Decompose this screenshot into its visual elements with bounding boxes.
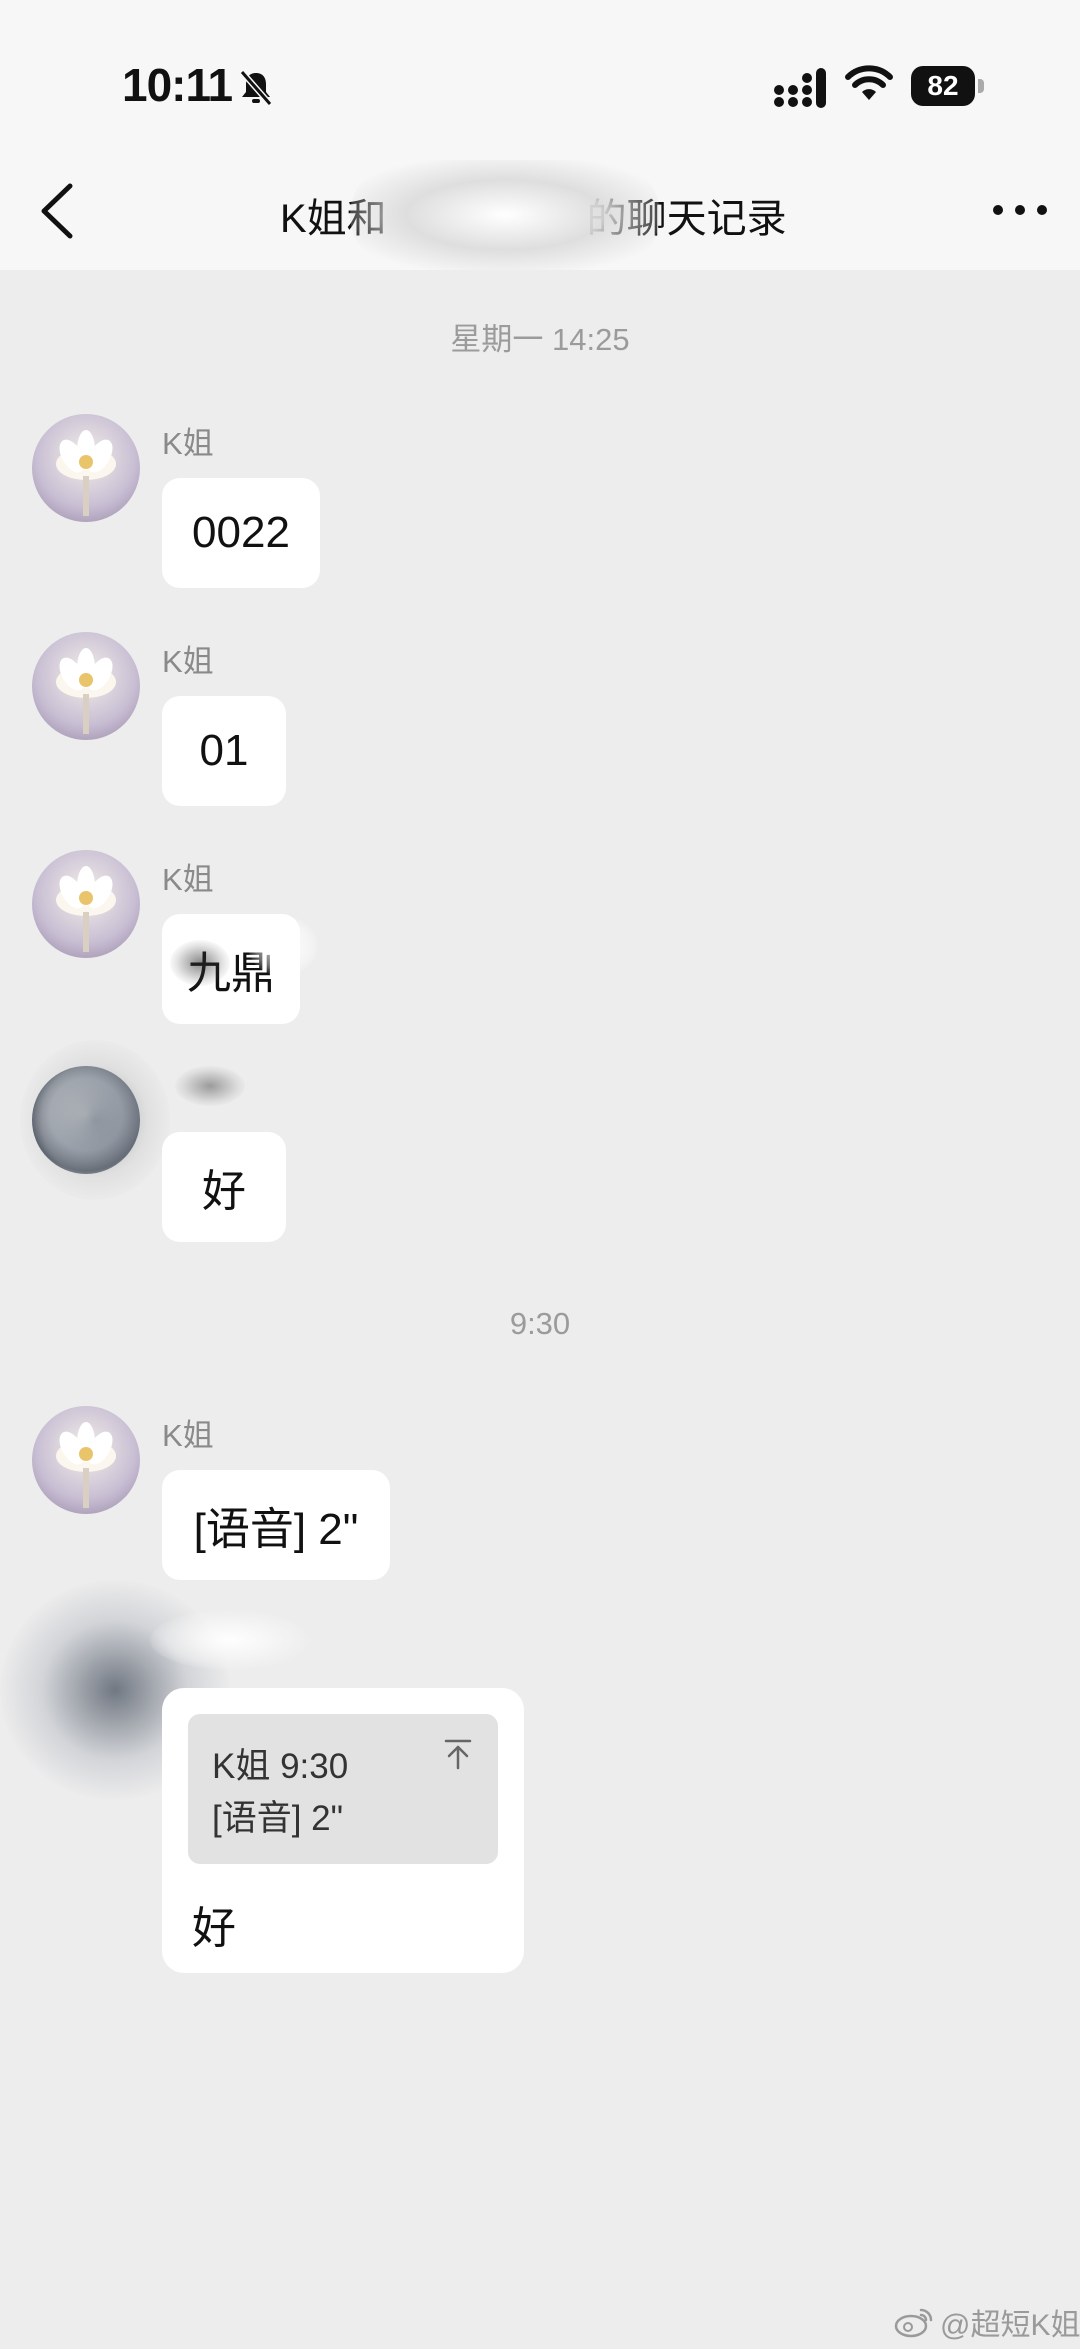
- chat-history-screen: 10:11 82 K姐和 的聊天记录 星期一 14:25 K姐 0022 K姐 …: [0, 0, 1080, 2349]
- redaction-smudge: [350, 160, 660, 270]
- reply-bubble[interactable]: K姐 9:30 [语音] 2" 好: [162, 1688, 524, 1973]
- battery-icon: 82: [911, 66, 985, 106]
- avatar[interactable]: [32, 1406, 140, 1514]
- quoted-header: K姐 9:30: [212, 1747, 349, 1786]
- message-bubble[interactable]: 好: [162, 1132, 286, 1242]
- sender-name: K姐: [162, 862, 214, 897]
- watermark-text: @超短K姐: [940, 2309, 1080, 2342]
- redaction-smudge: [248, 916, 318, 976]
- message-bubble[interactable]: [语音] 2": [162, 1470, 390, 1580]
- sender-name: K姐: [162, 644, 214, 679]
- bell-slash-icon: [239, 70, 273, 106]
- redaction-smudge: [20, 1040, 170, 1200]
- signal-icon: [774, 68, 826, 108]
- reply-text: 好: [192, 1904, 236, 1953]
- pin-top-icon[interactable]: [440, 1736, 476, 1772]
- top-bar: 10:11 82 K姐和 的聊天记录: [0, 0, 1080, 270]
- back-icon[interactable]: [34, 176, 84, 246]
- battery-level: 82: [911, 66, 975, 106]
- redaction-smudge: [170, 940, 230, 986]
- quoted-content: [语音] 2": [212, 1799, 344, 1838]
- more-icon[interactable]: [990, 190, 1050, 230]
- message-bubble[interactable]: 01: [162, 696, 286, 806]
- wifi-icon: [845, 65, 893, 100]
- battery-tip: [978, 79, 984, 93]
- redaction-smudge: [175, 1066, 245, 1106]
- message-bubble[interactable]: 0022: [162, 478, 320, 588]
- timestamp: 9:30: [509, 1306, 571, 1341]
- redaction-smudge: [150, 1610, 310, 1670]
- timestamp: 星期一 14:25: [450, 322, 630, 357]
- avatar[interactable]: [32, 850, 140, 958]
- weibo-icon: [894, 2308, 933, 2338]
- avatar[interactable]: [32, 414, 140, 522]
- sender-name: K姐: [162, 426, 214, 461]
- sender-name: K姐: [162, 1418, 214, 1453]
- avatar[interactable]: [32, 632, 140, 740]
- quoted-message[interactable]: K姐 9:30 [语音] 2": [188, 1714, 498, 1864]
- status-time: 10:11: [122, 59, 233, 111]
